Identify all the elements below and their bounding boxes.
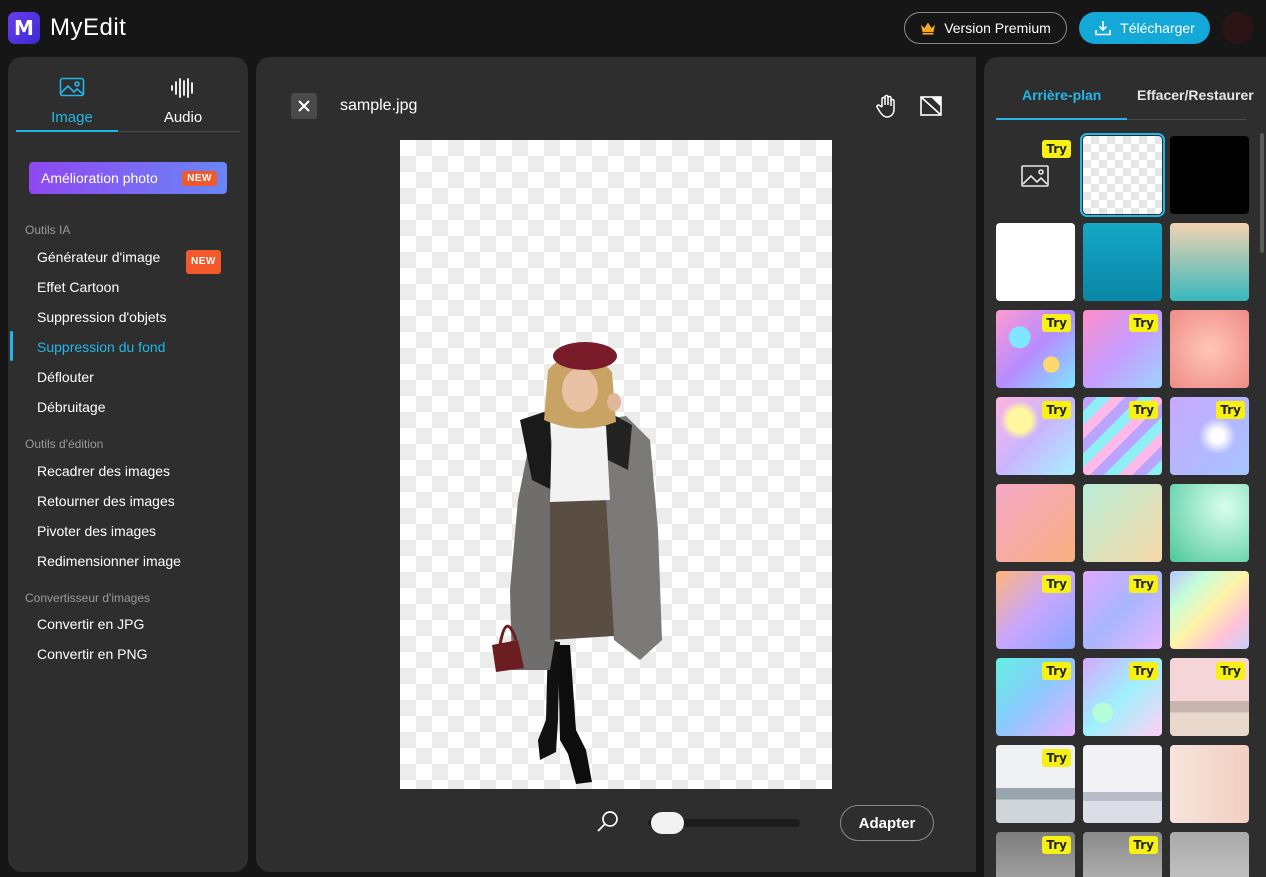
- background-tile-grey-sky[interactable]: [1170, 832, 1249, 877]
- tab-image[interactable]: Image: [22, 75, 122, 131]
- background-tile-dark-sea[interactable]: Try: [996, 832, 1075, 877]
- new-badge: NEW: [186, 250, 221, 274]
- background-tile-bokeh-pastel[interactable]: Try: [996, 397, 1075, 475]
- background-tile-mint-rays[interactable]: [1170, 484, 1249, 562]
- audio-wave-icon: [171, 78, 193, 98]
- photo-enhance-button[interactable]: Amélioration photo NEW: [29, 162, 227, 194]
- download-label: Télécharger: [1120, 20, 1195, 36]
- new-badge: NEW: [182, 171, 217, 186]
- download-button[interactable]: Télécharger: [1079, 12, 1210, 44]
- active-item-indicator: [10, 331, 13, 361]
- background-tile-dark-horizon[interactable]: Try: [1083, 832, 1162, 877]
- section-ai-tools: Outils IA: [25, 223, 71, 237]
- background-tile-sea-grey[interactable]: Try: [996, 745, 1075, 823]
- scrollbar[interactable]: [1260, 133, 1264, 253]
- tab-background[interactable]: Arrière-plan: [1022, 87, 1101, 103]
- try-badge: Try: [1216, 662, 1245, 680]
- top-bar: M MyEdit Version Premium Télécharger: [0, 0, 1266, 56]
- background-tile-fog-sea[interactable]: [1083, 745, 1162, 823]
- zoom-slider-knob[interactable]: [650, 812, 684, 834]
- background-tile-window-tree[interactable]: [1170, 745, 1249, 823]
- try-badge: Try: [1129, 662, 1158, 680]
- menu-item-deblur[interactable]: Déflouter: [37, 367, 237, 387]
- editor-panel: sample.jpg Adapter: [256, 57, 976, 872]
- tab-active-indicator: [16, 130, 118, 132]
- menu-item-flip[interactable]: Retourner des images: [37, 491, 237, 511]
- crown-icon: [921, 22, 936, 35]
- background-tile-glitter-coral[interactable]: [1170, 310, 1249, 388]
- background-tile-aqua-holo[interactable]: Try: [996, 658, 1075, 736]
- section-converter: Convertisseur d'images: [25, 591, 151, 605]
- background-tile-glitter-pink[interactable]: Try: [1083, 310, 1162, 388]
- background-tile-peach-teal[interactable]: [1170, 223, 1249, 301]
- try-badge: Try: [1042, 662, 1071, 680]
- background-tile-lilac-bokeh[interactable]: Try: [1083, 571, 1162, 649]
- menu-item-cartoon[interactable]: Effet Cartoon: [37, 277, 237, 297]
- menu-item-background-removal[interactable]: Suppression du fond: [37, 337, 237, 357]
- try-badge: Try: [1042, 749, 1071, 767]
- try-badge: Try: [1216, 401, 1245, 419]
- hand-pan-icon[interactable]: [874, 93, 900, 119]
- try-badge: Try: [1129, 836, 1158, 854]
- file-name: sample.jpg: [340, 97, 418, 114]
- try-badge: Try: [1042, 575, 1071, 593]
- menu-item-object-removal[interactable]: Suppression d'objets: [37, 307, 237, 327]
- app-title: MyEdit: [50, 14, 127, 41]
- tab-erase-restore[interactable]: Effacer/Restaurer: [1137, 87, 1254, 103]
- left-sidebar: Image Audio Amélioration photo NEW Outil…: [8, 57, 248, 872]
- upload-background-tile[interactable]: Try: [996, 136, 1075, 214]
- try-badge: Try: [1042, 140, 1071, 158]
- premium-label: Version Premium: [944, 20, 1051, 36]
- fit-button[interactable]: Adapter: [840, 805, 934, 841]
- menu-item-resize[interactable]: Redimensionner image: [37, 551, 237, 571]
- try-badge: Try: [1129, 314, 1158, 332]
- image-canvas[interactable]: [400, 140, 832, 789]
- background-tile-hearts-bokeh[interactable]: Try: [1170, 397, 1249, 475]
- background-tile-purple-orange-bokeh[interactable]: Try: [996, 571, 1075, 649]
- background-tile-black[interactable]: [1170, 136, 1249, 214]
- try-badge: Try: [1129, 401, 1158, 419]
- try-badge: Try: [1042, 314, 1071, 332]
- background-tile-white[interactable]: [996, 223, 1075, 301]
- tab-image-label: Image: [51, 109, 93, 126]
- background-tile-liquid-holo[interactable]: Try: [1083, 397, 1162, 475]
- tab-audio[interactable]: Audio: [133, 75, 233, 131]
- menu-item-convert-png[interactable]: Convertir en PNG: [37, 644, 237, 664]
- try-badge: Try: [1042, 836, 1071, 854]
- close-button[interactable]: [291, 93, 317, 119]
- tab-audio-label: Audio: [163, 109, 203, 126]
- menu-item-crop[interactable]: Recadrer des images: [37, 461, 237, 481]
- menu-item-rotate[interactable]: Pivoter des images: [37, 521, 237, 541]
- background-tile-bubbles-lilac[interactable]: Try: [1083, 658, 1162, 736]
- zoom-icon[interactable]: [595, 809, 621, 835]
- background-tile-teal[interactable]: [1083, 223, 1162, 301]
- try-badge: Try: [1042, 401, 1071, 419]
- menu-item-denoise[interactable]: Débruitage: [37, 397, 237, 417]
- menu-item-label: Générateur d'image: [37, 249, 161, 265]
- background-tile-mint-peach[interactable]: [1083, 484, 1162, 562]
- photo-enhance-label: Amélioration photo: [41, 170, 158, 186]
- right-tab-active-indicator: [996, 118, 1127, 120]
- background-tile-transparent[interactable]: [1080, 133, 1165, 217]
- try-badge: Try: [1129, 575, 1158, 593]
- app-logo[interactable]: M: [8, 12, 40, 44]
- menu-item-convert-jpg[interactable]: Convertir en JPG: [37, 614, 237, 634]
- background-tile-beach-pink[interactable]: Try: [1170, 658, 1249, 736]
- download-icon: [1095, 21, 1111, 36]
- compare-icon[interactable]: [918, 93, 944, 119]
- background-tile-holo-bubbles[interactable]: Try: [996, 310, 1075, 388]
- logo-letter: M: [14, 16, 34, 40]
- section-edit-tools: Outils d'édition: [25, 437, 104, 451]
- premium-button[interactable]: Version Premium: [904, 12, 1067, 44]
- background-tile-pink-gradient[interactable]: [996, 484, 1075, 562]
- close-icon: [298, 100, 310, 112]
- user-avatar[interactable]: [1222, 12, 1254, 44]
- menu-item-image-generator[interactable]: Générateur d'image NEW: [37, 247, 237, 274]
- image-icon: [59, 77, 85, 97]
- subject-photo: [492, 342, 662, 784]
- background-panel: Arrière-plan Effacer/Restaurer Try Try Try…: [984, 57, 1266, 877]
- background-tile-rainbow-diagonal[interactable]: [1170, 571, 1249, 649]
